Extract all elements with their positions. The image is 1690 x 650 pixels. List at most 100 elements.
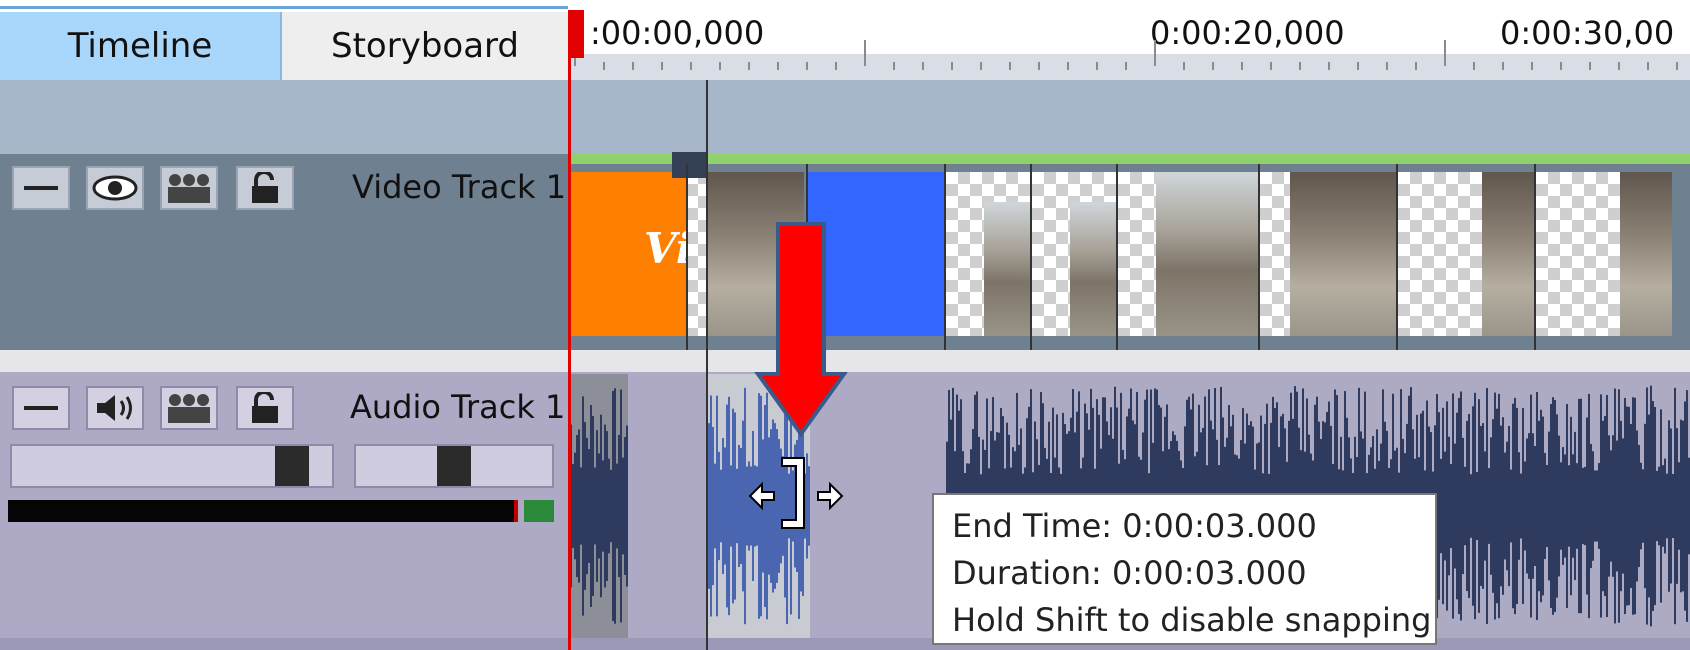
clip-handle-marker[interactable]: [672, 152, 706, 178]
ruler-tick: [893, 62, 895, 70]
ruler-time-label: :00:00,000: [590, 14, 765, 52]
eye-icon: [92, 175, 138, 201]
ruler-time-label: 0:00:20,000: [1150, 14, 1345, 52]
video-track-label: Video Track 1: [352, 168, 567, 206]
trim-cursor-icon: [748, 457, 844, 529]
clip-separator: [1258, 164, 1260, 350]
clip-separator: [944, 164, 946, 350]
marker-band: [0, 80, 1690, 154]
track-group-button[interactable]: [160, 166, 218, 210]
ruler-tick: [1473, 62, 1475, 70]
ruler-tick: [922, 62, 924, 70]
ruler-tick: [806, 62, 808, 70]
view-tabs: Timeline Storyboard: [0, 12, 568, 80]
video-track-header: Video Track 1: [0, 154, 568, 350]
video-clip[interactable]: [1260, 172, 1396, 336]
track-lock-button[interactable]: [236, 386, 294, 430]
tooltip-end-time: End Time: 0:00:03.000: [952, 507, 1317, 545]
ruler-tick: [1009, 62, 1011, 70]
audio-waveform: [568, 388, 628, 624]
minimize-icon: [24, 406, 58, 410]
transition-clip[interactable]: [1032, 172, 1116, 336]
ruler-tick: [1270, 62, 1272, 70]
ruler-tick: [1444, 40, 1446, 66]
track-visibility-button[interactable]: [86, 166, 144, 210]
transition-clip[interactable]: [686, 172, 708, 336]
ruler-tick: [1502, 62, 1504, 70]
track-group-button[interactable]: [160, 386, 218, 430]
ruler-tick: [1589, 62, 1591, 70]
tooltip-hint: Hold Shift to disable snapping: [952, 601, 1432, 639]
track-minimize-button[interactable]: [12, 166, 70, 210]
clip-green-bar: [568, 154, 1690, 164]
minimize-icon: [24, 186, 58, 190]
group-icon: [168, 394, 210, 423]
audio-track-label: Audio Track 1: [350, 388, 566, 426]
ruler-tick: [864, 40, 866, 66]
track-lock-button[interactable]: [236, 166, 294, 210]
ruler-tick: [1125, 62, 1127, 70]
ruler-tick: [1531, 62, 1533, 70]
pan-slider-thumb[interactable]: [437, 446, 471, 486]
volume-slider[interactable]: [10, 444, 334, 488]
ruler-tick: [1212, 62, 1214, 70]
ruler-bar: [568, 54, 1690, 80]
clip-separator: [1396, 164, 1398, 350]
ruler-tick: [1328, 62, 1330, 70]
ruler-tick: [1386, 62, 1388, 70]
group-icon: [168, 174, 210, 203]
ruler-tick: [748, 62, 750, 70]
playhead-handle[interactable]: [568, 10, 584, 58]
audio-clip[interactable]: [568, 374, 628, 638]
ruler-tick: [1154, 40, 1156, 66]
speaker-icon: [97, 395, 132, 421]
ruler-time-label: 0:00:30,00: [1500, 14, 1675, 52]
title-clip-text: Vi: [644, 224, 692, 273]
red-arrow-icon: [754, 222, 848, 438]
time-ruler[interactable]: :00:00,000 0:00:20,000 0:00:30,00: [568, 0, 1690, 80]
lock-open-icon: [252, 172, 278, 203]
tooltip-duration: Duration: 0:00:03.000: [952, 554, 1307, 592]
tab-storyboard[interactable]: Storyboard: [282, 12, 568, 80]
ruler-tick: [719, 62, 721, 70]
ruler-tick: [1647, 62, 1649, 70]
ruler-tick: [1299, 62, 1301, 70]
transition-clip[interactable]: [1398, 172, 1534, 336]
edit-marker-line: [706, 80, 708, 650]
ruler-tick: [835, 62, 837, 70]
audio-level-meter: [8, 500, 518, 522]
video-clip[interactable]: [1118, 172, 1258, 336]
track-mute-button[interactable]: [86, 386, 144, 430]
ruler-tick: [1038, 62, 1040, 70]
audio-track-header: Audio Track 1: [0, 372, 568, 650]
clip-separator: [1030, 164, 1032, 350]
ruler-tick: [603, 62, 605, 70]
title-clip[interactable]: Vi: [568, 172, 692, 336]
ruler-tick: [777, 62, 779, 70]
clip-separator: [1534, 164, 1536, 350]
ruler-tick: [951, 62, 953, 70]
transition-clip[interactable]: [1536, 172, 1672, 336]
volume-slider-thumb[interactable]: [275, 446, 309, 486]
ruler-tick: [1618, 62, 1620, 70]
ruler-tick: [1183, 62, 1185, 70]
clip-separator: [686, 164, 688, 350]
trim-tooltip: End Time: 0:00:03.000 Duration: 0:00:03.…: [932, 493, 1437, 645]
ruler-tick: [661, 62, 663, 70]
clip-separator: [1116, 164, 1118, 350]
ruler-tick: [1415, 62, 1417, 70]
playhead-line[interactable]: [568, 16, 571, 650]
track-minimize-button[interactable]: [12, 386, 70, 430]
ruler-tick: [1676, 62, 1678, 70]
audio-peak-indicator: [524, 500, 554, 522]
ruler-tick: [1241, 62, 1243, 70]
ruler-tick: [1560, 62, 1562, 70]
tab-timeline[interactable]: Timeline: [0, 12, 282, 80]
ruler-tick: [632, 62, 634, 70]
ruler-tick: [1357, 62, 1359, 70]
ruler-tick: [980, 62, 982, 70]
pan-slider[interactable]: [354, 444, 554, 488]
ruler-tick: [690, 62, 692, 70]
transition-clip[interactable]: [946, 172, 1030, 336]
ruler-tick: [1096, 62, 1098, 70]
